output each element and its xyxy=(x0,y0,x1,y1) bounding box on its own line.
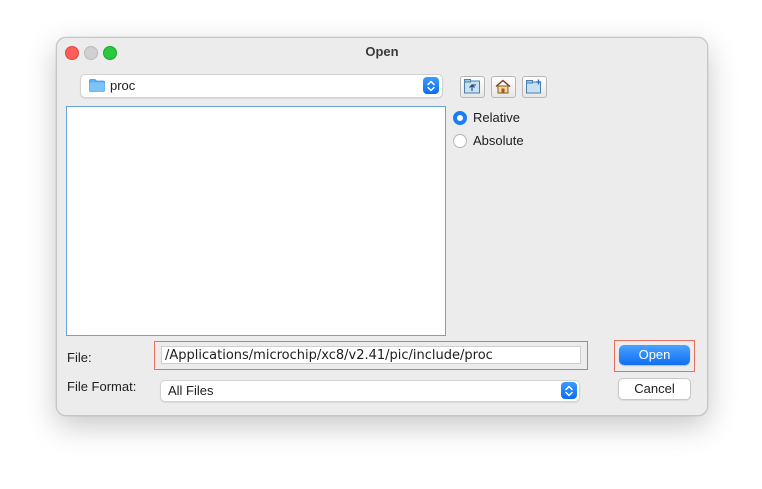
home-button[interactable] xyxy=(491,76,516,98)
folder-dropdown-value: proc xyxy=(110,78,136,93)
folder-icon xyxy=(89,79,105,92)
file-format-value: All Files xyxy=(168,383,214,398)
file-list[interactable] xyxy=(66,106,446,336)
title-bar: Open xyxy=(57,38,707,66)
new-folder-button[interactable] xyxy=(522,76,547,98)
open-button-highlight: Open xyxy=(614,340,695,372)
file-format-label: File Format: xyxy=(67,379,137,394)
open-dialog: Open proc Relative Absolute File: /Appli… xyxy=(56,37,708,416)
updown-chevron-icon[interactable] xyxy=(561,382,577,399)
cancel-button[interactable]: Cancel xyxy=(618,378,691,400)
relative-radio-button[interactable] xyxy=(453,111,467,125)
new-folder-icon xyxy=(526,79,541,94)
updown-chevron-icon[interactable] xyxy=(423,77,439,94)
absolute-radio-button[interactable] xyxy=(453,134,467,148)
file-format-dropdown[interactable]: All Files xyxy=(160,380,580,402)
dialog-title: Open xyxy=(365,44,399,59)
file-input-highlight xyxy=(154,341,588,370)
up-one-level-button[interactable] xyxy=(460,76,485,98)
folder-dropdown[interactable]: proc xyxy=(80,74,443,98)
open-button[interactable]: Open xyxy=(619,345,690,365)
relative-radio-label: Relative xyxy=(473,110,520,125)
home-icon xyxy=(495,79,511,94)
absolute-radio-label: Absolute xyxy=(473,133,524,148)
up-folder-icon xyxy=(464,79,480,94)
file-label: File: xyxy=(67,350,92,365)
file-name-input[interactable] xyxy=(161,346,581,364)
